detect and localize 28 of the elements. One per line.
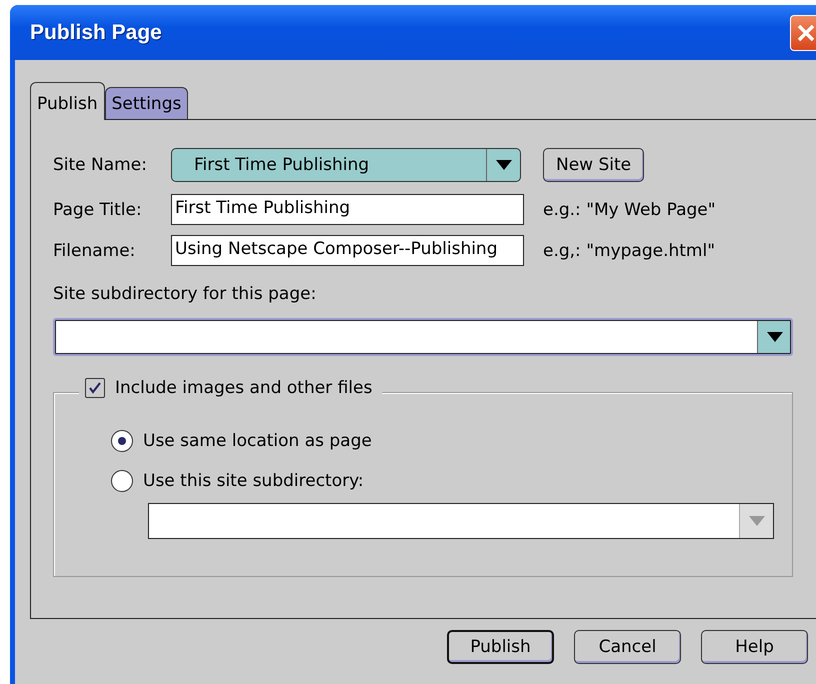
field-label: Site Name:: [53, 155, 148, 175]
checkbox-label: Include images and other files: [115, 378, 372, 398]
subdirectory-dropdown[interactable]: [53, 318, 793, 356]
field-hint: e.g,: "mypage.html": [543, 240, 716, 260]
tab[interactable]: Settings: [104, 87, 188, 119]
close-button[interactable]: [790, 14, 816, 50]
dropdown-arrow-icon: [748, 516, 764, 526]
radio-button[interactable]: [111, 470, 133, 492]
dropdown-arrow-icon: [496, 160, 512, 170]
field-label: Filename:: [53, 240, 136, 260]
dropdown-arrow-icon: [766, 332, 782, 342]
radio-label: Use same location as page: [143, 431, 372, 451]
field-hint: e.g.: "My Web Page": [543, 200, 716, 220]
tab[interactable]: Publish: [30, 82, 105, 120]
dialog-button[interactable]: Publish: [447, 630, 554, 664]
field-label: Page Title:: [53, 200, 143, 220]
new-site-button[interactable]: New Site: [543, 148, 644, 182]
dialog-button[interactable]: Help: [701, 630, 808, 664]
input-field[interactable]: First Time Publishing: [171, 194, 524, 225]
radio-label: Use this site subdirectory:: [143, 471, 364, 491]
dialog-button[interactable]: Cancel: [574, 630, 681, 664]
window-title: Publish Page: [29, 20, 162, 44]
site-name-dropdown[interactable]: First Time Publishing: [171, 148, 521, 182]
input-field[interactable]: Using Netscape Composer--Publishing: [171, 235, 524, 266]
radio-button[interactable]: [111, 430, 133, 452]
checkbox[interactable]: [85, 378, 105, 398]
close-icon: [797, 24, 815, 42]
field-label: Site subdirectory for this page:: [53, 284, 318, 304]
